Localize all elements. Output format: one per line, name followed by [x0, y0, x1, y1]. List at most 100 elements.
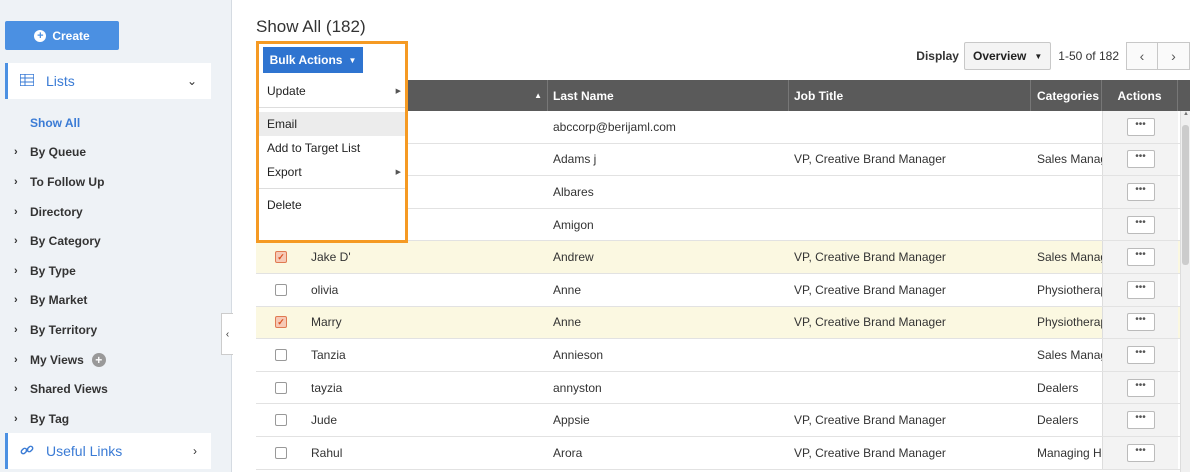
pager: ‹ › [1126, 42, 1190, 70]
last-name-cell: abccorp@berijaml.com [553, 119, 676, 134]
job-title-cell [789, 176, 1031, 208]
lists-label: Lists [46, 73, 75, 89]
chevron-right-icon: › [14, 205, 18, 218]
sidebar-item-by-queue[interactable]: › By Queue [0, 138, 232, 168]
job-title-cell [789, 111, 1031, 143]
sidebar-item-by-category[interactable]: › By Category [0, 226, 232, 256]
table-row[interactable]: ✓ Marry Anne VP, Creative Brand Manager Phys… [256, 306, 1190, 340]
sidebar-item-label: By Queue [30, 145, 87, 160]
menu-item-add-to-target-list[interactable]: Add to Target List [259, 136, 405, 160]
sidebar-item-label: To Follow Up [30, 174, 105, 189]
row-checkbox[interactable]: ✓ [275, 316, 287, 329]
sidebar-item-my-views[interactable]: › My Views + [0, 345, 232, 375]
sidebar-item-by-type[interactable]: › By Type [0, 256, 232, 286]
row-select-cell [256, 339, 306, 371]
more-actions-button[interactable]: ••• [1126, 280, 1155, 299]
row-checkbox[interactable] [275, 446, 287, 459]
sidebar-item-label: By Tag [30, 411, 70, 426]
caret-down-icon: ▼ [1034, 51, 1043, 61]
sidebar-item-directory[interactable]: › Directory [0, 197, 232, 227]
last-name-cell: Anne [553, 315, 582, 330]
prev-page-button[interactable]: ‹ [1126, 42, 1158, 70]
menu-item-label: Email [267, 117, 298, 131]
actions-cell: ••• [1102, 339, 1178, 371]
categories-cell [1031, 209, 1102, 241]
collapse-sidebar-button[interactable]: ‹ [221, 313, 233, 355]
more-actions-button[interactable]: ••• [1126, 182, 1155, 201]
row-checkbox[interactable] [275, 381, 287, 394]
column-actions: Actions [1102, 80, 1178, 111]
actions-cell: ••• [1102, 306, 1178, 339]
sidebar-item-by-tag[interactable]: › By Tag [0, 404, 232, 434]
menu-item-update[interactable]: Update ▶ [259, 79, 405, 103]
add-view-icon[interactable]: + [91, 352, 106, 367]
sidebar-item-label: By Category [30, 234, 101, 249]
chevron-right-icon: › [14, 294, 18, 307]
more-actions-button[interactable]: ••• [1126, 313, 1155, 332]
categories-cell: Physiotherap [1037, 315, 1102, 330]
categories-cell: Sales Manag [1037, 152, 1102, 167]
bulk-actions-menu: Update ▶ Email Add to Target List Export ▶… [259, 75, 405, 217]
row-checkbox[interactable]: ✓ [275, 251, 287, 264]
table-row[interactable]: olivia Anne VP, Creative Brand Manager Phys… [256, 273, 1190, 307]
actions-cell: ••• [1102, 111, 1178, 143]
menu-divider [259, 188, 405, 189]
more-actions-button[interactable]: ••• [1126, 411, 1155, 430]
sidebar-nav: Show All › By Queue › To Follow Up › Direct… [0, 108, 232, 434]
more-actions-button[interactable]: ••• [1126, 215, 1155, 234]
last-name-cell: Albares [553, 184, 594, 199]
table-row[interactable]: ✓ Jake D' Andrew VP, Creative Brand Manager… [256, 241, 1190, 274]
column-categories[interactable]: Categories [1031, 80, 1102, 111]
more-actions-button[interactable]: ••• [1126, 150, 1155, 169]
more-actions-button[interactable]: ••• [1126, 117, 1155, 136]
job-title-cell [789, 372, 1031, 404]
menu-item-delete[interactable]: Delete [259, 193, 405, 217]
lists-panel-header[interactable]: Lists ⌄ [5, 63, 211, 99]
create-button[interactable]: + Create [5, 21, 119, 50]
first-name-cell: Tanzia [311, 347, 346, 362]
sidebar-item-show-all[interactable]: Show All [0, 108, 232, 138]
job-title-cell: VP, Creative Brand Manager [794, 250, 946, 265]
chevron-right-icon: › [14, 264, 18, 277]
table-row[interactable]: Rahul Arora VP, Creative Brand Manager Mana… [256, 436, 1190, 470]
column-label: Last Name [553, 88, 614, 103]
table-row[interactable]: tayzia annyston Dealers ••• [256, 371, 1190, 405]
row-select-cell [256, 437, 306, 469]
chevron-left-icon: ‹ [1139, 48, 1145, 64]
row-checkbox[interactable] [275, 283, 287, 296]
sidebar-item-label: By Territory [30, 322, 98, 337]
sidebar-item-label: By Market [30, 293, 88, 308]
last-name-cell: Appsie [553, 413, 590, 428]
menu-divider [259, 107, 405, 108]
menu-item-export[interactable]: Export ▶ [259, 160, 405, 184]
sidebar: + Create Lists ⌄ Show All › By Queue › To … [0, 0, 232, 472]
create-label: Create [52, 28, 90, 43]
more-actions-button[interactable]: ••• [1126, 248, 1155, 267]
sidebar-item-by-market[interactable]: › By Market [0, 286, 232, 316]
job-title-cell: VP, Creative Brand Manager [794, 152, 946, 167]
table-row[interactable]: Jude Appsie VP, Creative Brand Manager Deal… [256, 404, 1190, 437]
sidebar-item-shared-views[interactable]: › Shared Views [0, 374, 232, 404]
menu-item-email[interactable]: Email [259, 112, 405, 136]
table-row[interactable]: Tanzia Annieson Sales Manag ••• [256, 339, 1190, 372]
sidebar-item-by-territory[interactable]: › By Territory [0, 315, 232, 345]
scroll-thumb[interactable] [1182, 125, 1189, 265]
more-actions-button[interactable]: ••• [1126, 378, 1155, 397]
column-last-name[interactable]: Last Name [548, 80, 789, 111]
sidebar-item-to-follow-up[interactable]: › To Follow Up [0, 167, 232, 197]
sidebar-item-label: Show All [30, 115, 81, 130]
column-job-title[interactable]: Job Title [789, 80, 1031, 111]
bulk-actions-label: Bulk Actions [269, 53, 343, 67]
next-page-button[interactable]: › [1158, 42, 1190, 70]
row-checkbox[interactable] [275, 414, 287, 427]
chevron-right-icon: › [14, 383, 18, 396]
bulk-actions-button[interactable]: Bulk Actions ▼ [263, 47, 363, 73]
more-actions-button[interactable]: ••• [1126, 345, 1155, 364]
useful-links-header[interactable]: Useful Links › [5, 433, 211, 469]
display-select[interactable]: Overview ▼ [963, 42, 1052, 70]
plus-icon: + [34, 29, 47, 42]
row-checkbox[interactable] [275, 348, 287, 361]
more-actions-button[interactable]: ••• [1126, 443, 1155, 462]
last-name-cell: Adams j [553, 152, 597, 167]
vertical-scrollbar[interactable]: ▲ [1180, 111, 1190, 472]
